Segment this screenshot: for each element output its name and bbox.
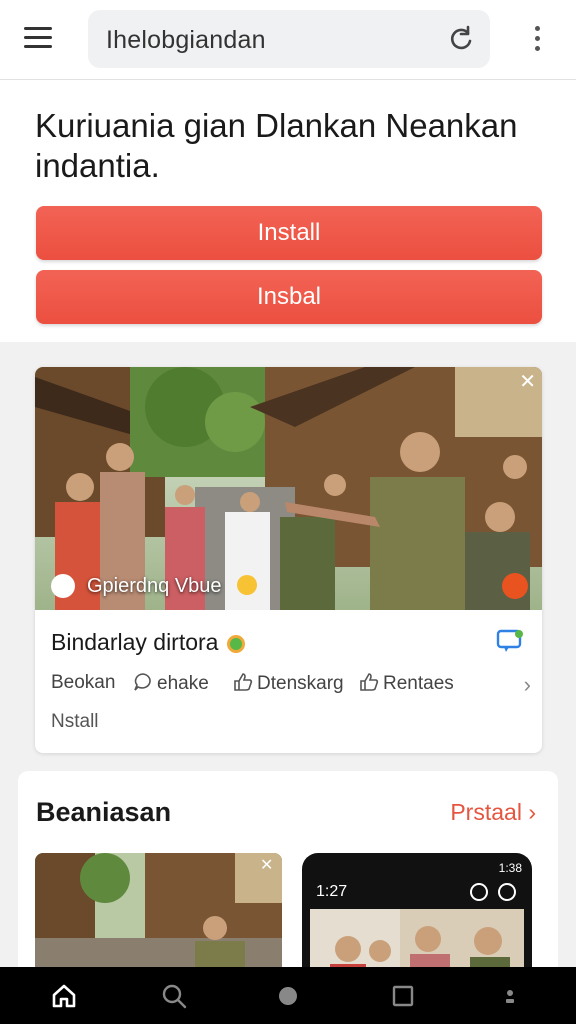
reload-icon[interactable] <box>446 24 476 54</box>
share-icon <box>360 673 379 691</box>
video-card[interactable]: ✕ Gpierdnq Vbue Bindarlay dirtora Beokan… <box>35 367 542 753</box>
recommendation-section: Beaniasan Prstaal › ✕ 1:38 1:27 <box>18 771 558 971</box>
bottom-nav <box>0 967 576 1024</box>
action-dtenskarg-label: Dtenskarg <box>257 673 344 694</box>
hero-title: Kuriuania gian Dlankan Neankan indantia. <box>35 107 518 184</box>
phone-icons <box>460 883 516 906</box>
thumb-icon <box>234 673 253 691</box>
section-title: Beaniasan <box>36 797 172 827</box>
card-title[interactable]: Bindarlay dirtora <box>51 629 245 656</box>
circle-icon[interactable] <box>274 982 302 1010</box>
insbal-button[interactable]: Insbal <box>36 270 542 324</box>
card-actions: Beokan ehake Dtenskarg Rentaes › <box>51 672 531 700</box>
chevron-right-icon[interactable]: › <box>524 672 531 698</box>
emoji-icon <box>237 575 257 595</box>
square-icon[interactable] <box>389 982 417 1010</box>
home-icon[interactable] <box>50 982 78 1010</box>
close-icon[interactable]: ✕ <box>260 855 273 875</box>
menu-icon[interactable] <box>24 27 54 51</box>
section-link[interactable]: Prstaal › <box>450 799 536 826</box>
address-text[interactable]: Ihelobgiandan <box>106 26 266 55</box>
action-ehake[interactable]: ehake <box>133 672 209 695</box>
close-icon[interactable]: ✕ <box>519 369 536 394</box>
phone-screen-image <box>310 909 524 971</box>
more-vertical-icon[interactable] <box>530 26 544 54</box>
address-bar[interactable]: Ihelobgiandan <box>88 10 490 68</box>
phone-time: 1:27 <box>316 883 348 900</box>
channel-icon <box>51 574 75 598</box>
action-rentaes[interactable]: Rentaes <box>359 672 454 695</box>
comment-icon <box>134 673 151 691</box>
card-image[interactable] <box>35 367 542 610</box>
image-caption: Gpierdnq Vbue <box>87 575 222 597</box>
profile-icon[interactable] <box>496 982 524 1010</box>
section-link-label[interactable]: Prstaal <box>450 799 522 825</box>
action-dtenskarg[interactable]: Dtenskarg <box>233 672 344 695</box>
phone-status: 1:38 <box>498 861 522 875</box>
action-beokan[interactable]: Beokan <box>51 672 115 694</box>
cast-icon[interactable] <box>496 629 524 653</box>
status-dot-icon <box>226 634 245 653</box>
thumbnail-2[interactable]: 1:38 1:27 <box>302 853 532 971</box>
hero-section: Kuriuania gian Dlankan Neankan indantia.… <box>0 80 576 342</box>
badge-icon[interactable] <box>502 573 528 599</box>
card-footer[interactable]: Nstall <box>51 711 99 733</box>
install-button[interactable]: Install <box>36 206 542 260</box>
card-title-text[interactable]: Bindarlay dirtora <box>51 629 218 655</box>
action-rentaes-label: Rentaes <box>383 673 454 694</box>
thumbnail-1[interactable] <box>35 853 282 971</box>
action-ehake-label: ehake <box>157 673 209 694</box>
chevron-right-icon: › <box>528 799 536 825</box>
search-icon[interactable] <box>160 982 188 1010</box>
browser-top-bar: Ihelobgiandan <box>0 0 576 80</box>
